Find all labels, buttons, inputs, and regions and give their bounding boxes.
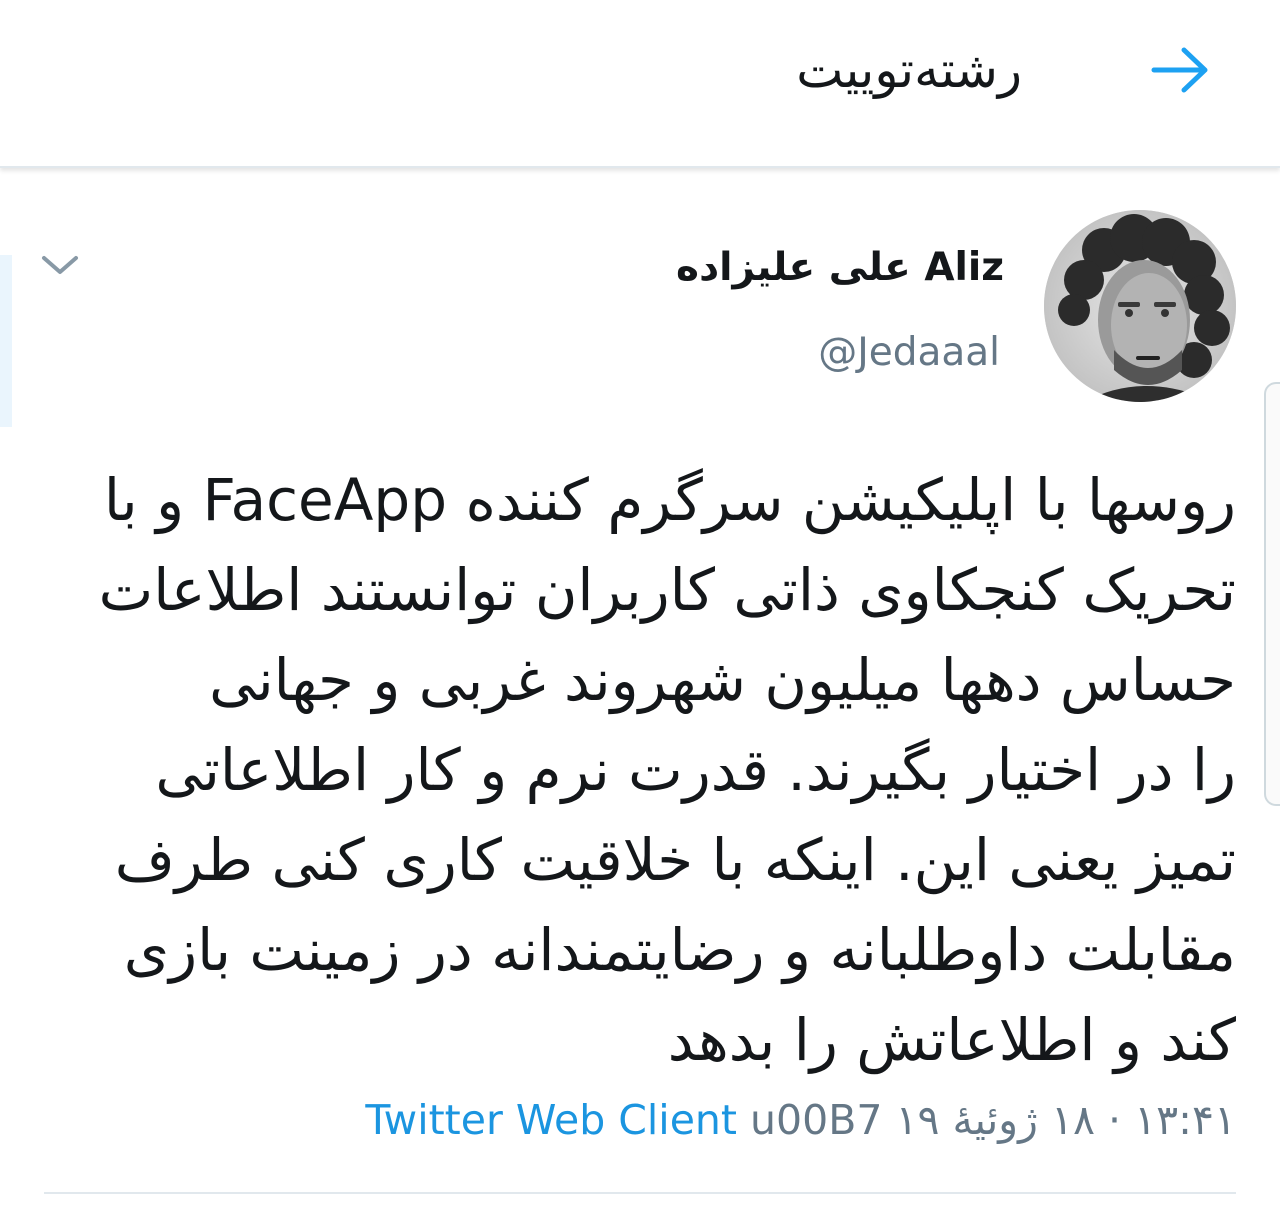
tweet-line: تمیز یعنی این. اینکه با خلاقیت کاری کنی … [114, 826, 1236, 894]
chevron-down-icon [42, 256, 78, 274]
client-link[interactable]: Twitter Web Client [365, 1096, 737, 1144]
tweet-line: کند و اطلاعاتش را بدهد [667, 1006, 1236, 1074]
page-title: رشته‌توییت [796, 41, 1022, 99]
display-name[interactable]: علی علیزاده Aliz [676, 240, 1004, 296]
tweet-line: مقابلت داوطلبانه و رضایتمندانه در زمینت … [123, 916, 1236, 984]
avatar[interactable] [1044, 210, 1236, 402]
tweet-line: روسها با اپلیکیشن سرگرم کننده FaceApp و … [103, 466, 1236, 534]
tweet-metadata: Twitter Web Client u00B7 ۱۳:۴۱ · ۱۸ ژوئی… [365, 1088, 1236, 1152]
tweet-timestamp: ۱۳:۴۱ · ۱۸ ژوئیهٔ ۱۹ [895, 1096, 1236, 1144]
avatar-photo [1044, 210, 1236, 402]
divider [44, 1192, 1236, 1194]
back-button[interactable] [1140, 30, 1220, 110]
scrollbar[interactable] [1264, 382, 1280, 806]
tweet-menu-button[interactable] [38, 250, 82, 280]
tweet-line: حساس دهها میلیون شهروند غربی و جهانی [209, 646, 1236, 714]
tweet-line: تحریک کنجکاوی ذاتی کاربران توانستند اطلا… [98, 556, 1236, 624]
app-header: رشته‌توییت [0, 0, 1280, 168]
metadata-separator: u00B7 [750, 1096, 883, 1144]
tweet-text: روسها با اپلیکیشن سرگرم کننده FaceApp و … [36, 455, 1236, 1085]
tweet-line: را در اختیار بگیرند. قدرت نرم و کار اطلا… [155, 736, 1236, 804]
thread-connector [0, 255, 12, 427]
arrow-right-icon [1151, 47, 1208, 93]
user-handle[interactable]: @Jedaaal [818, 325, 1000, 381]
